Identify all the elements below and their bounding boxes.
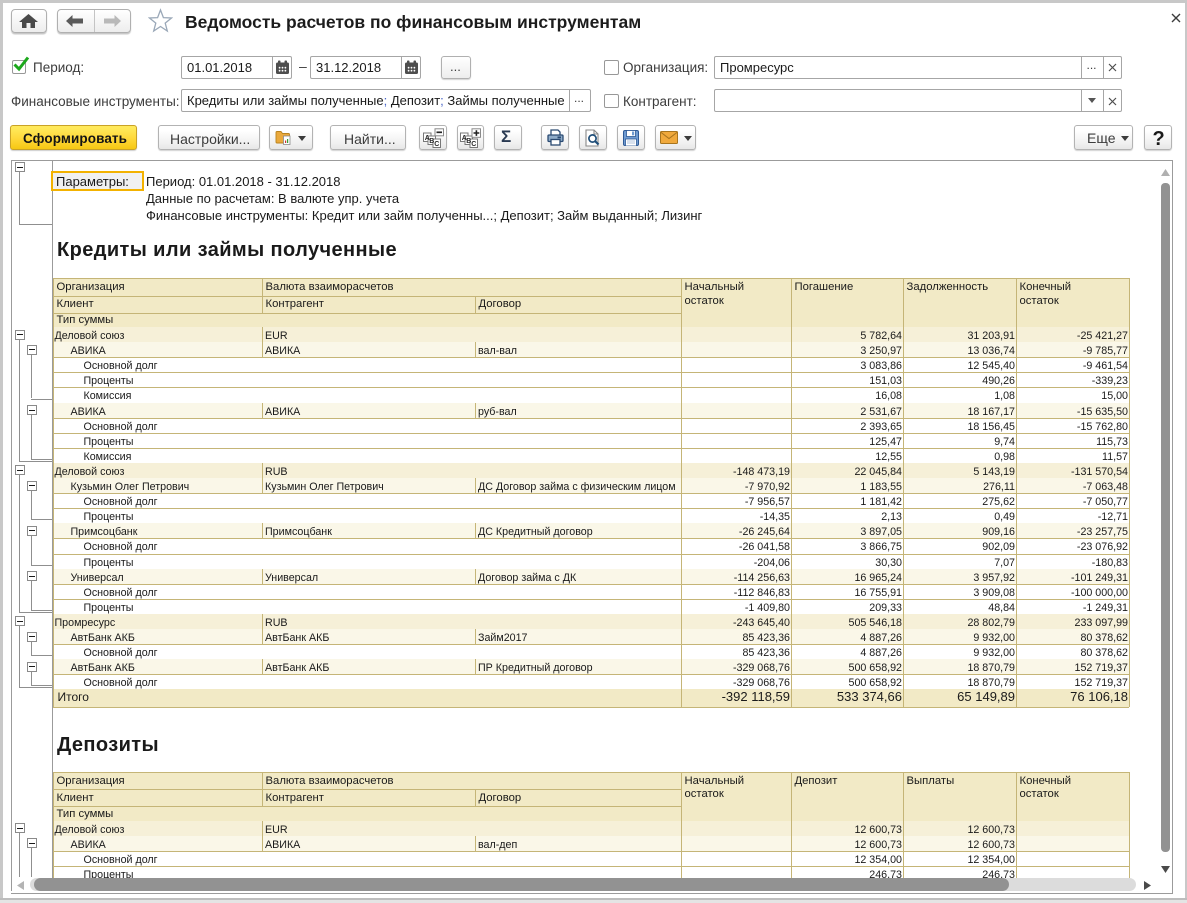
svg-text:C: C <box>434 141 439 148</box>
svg-text:C: C <box>471 141 476 148</box>
